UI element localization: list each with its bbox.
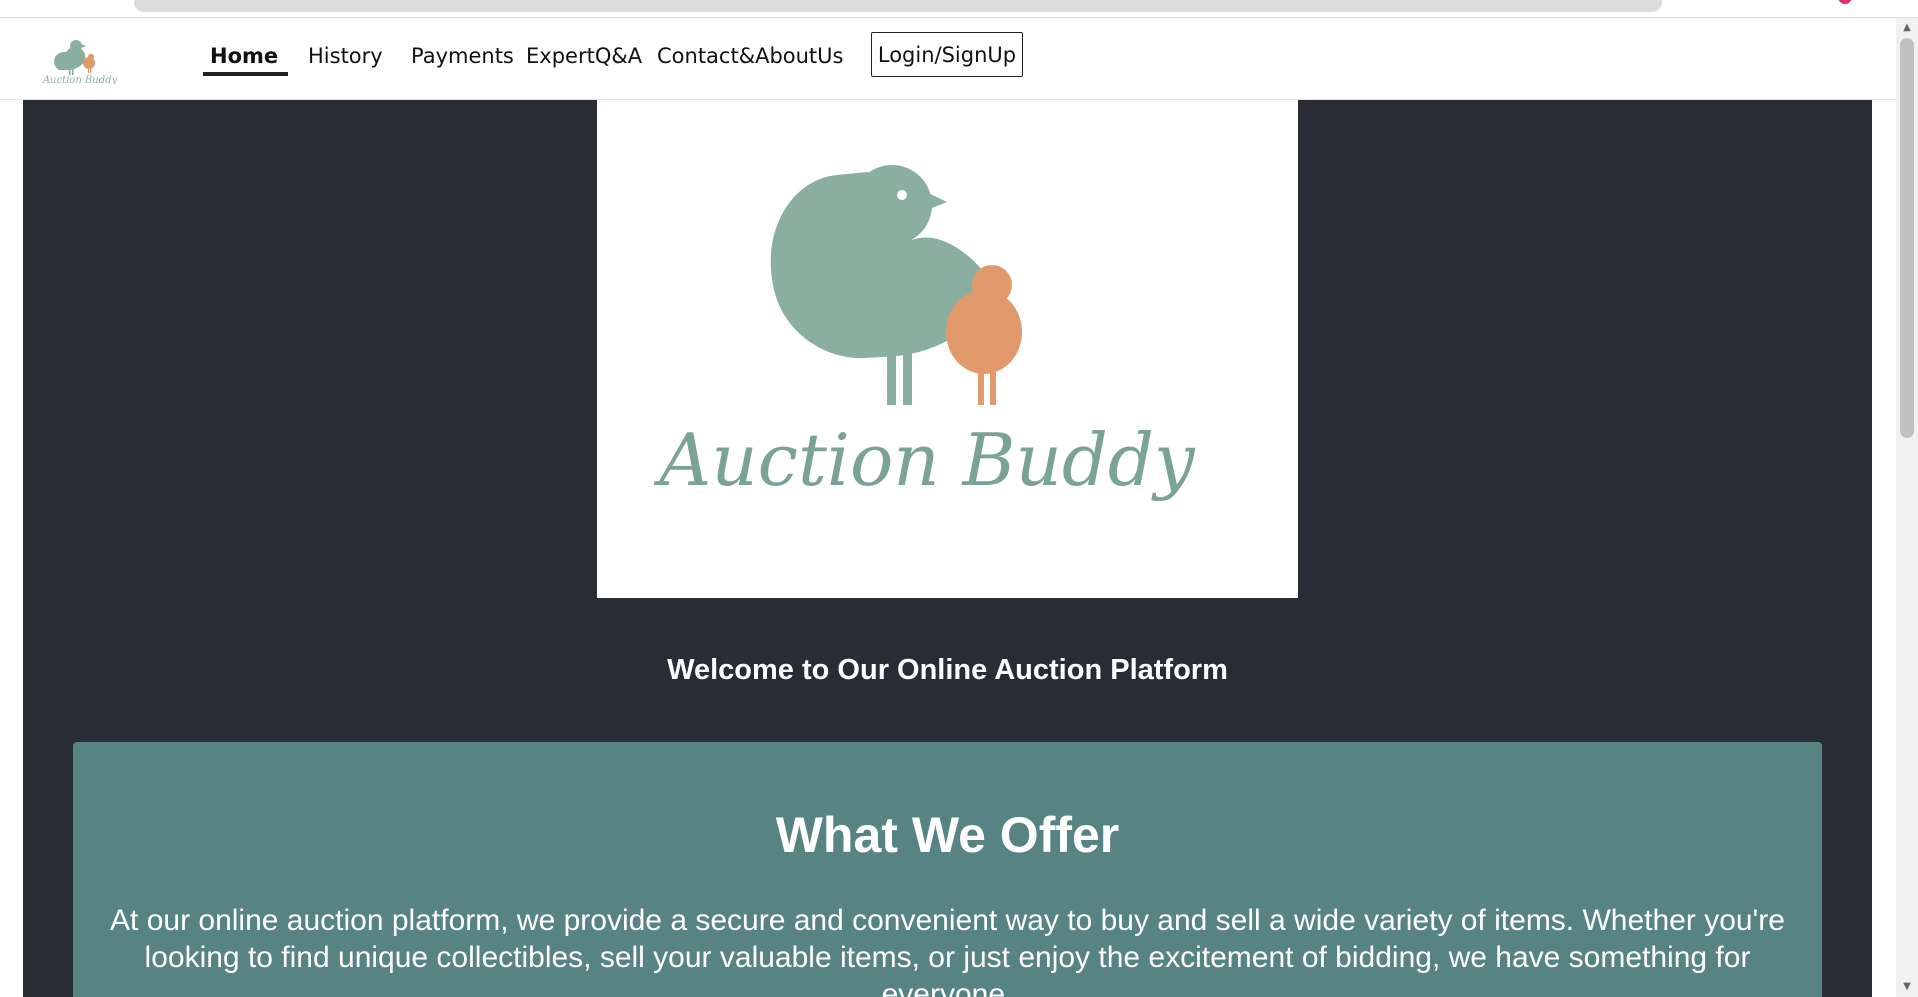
page: Auction Buddy Home History Payments Expe…: [0, 0, 1918, 997]
nav-home[interactable]: Home: [202, 40, 289, 76]
offer-section: What We Offer At our online auction plat…: [73, 742, 1822, 997]
offer-title: What We Offer: [775, 807, 1120, 863]
auction-buddy-hero-logo-icon: Auction Buddy: [653, 165, 1196, 502]
address-bar[interactable]: [134, 0, 1662, 12]
nav-expert-qa[interactable]: ExpertQ&A: [526, 40, 642, 72]
scroll-up-icon[interactable]: ▲: [1896, 20, 1918, 36]
nav-logo[interactable]: Auction Buddy: [32, 32, 128, 86]
navbar: Auction Buddy Home History Payments Expe…: [0, 18, 1896, 100]
notification-dot-icon[interactable]: [1838, 0, 1852, 4]
offer-text: At our online auction platform, we provi…: [110, 904, 1785, 997]
login-signup-button[interactable]: Login/SignUp: [871, 32, 1023, 77]
main-content: Auction Buddy Welcome to Our Online Auct…: [23, 100, 1872, 997]
nav-history[interactable]: History: [308, 40, 383, 72]
nav-payments[interactable]: Payments: [411, 40, 514, 72]
scroll-down-icon[interactable]: ▼: [1896, 979, 1918, 995]
welcome-heading: Welcome to Our Online Auction Platform: [667, 654, 1228, 686]
browser-top-strip: [0, 0, 1918, 18]
hero-logo-text: Auction Buddy: [653, 418, 1196, 502]
logo-text-small: Auction Buddy: [42, 75, 118, 84]
nav-contact-about[interactable]: Contact&AboutUs: [657, 40, 843, 72]
auction-buddy-logo-icon: Auction Buddy: [42, 40, 118, 86]
scroll-thumb[interactable]: [1900, 38, 1914, 438]
hero-logo-card: Auction Buddy: [597, 100, 1298, 598]
vertical-scrollbar[interactable]: ▲ ▼: [1896, 18, 1918, 997]
